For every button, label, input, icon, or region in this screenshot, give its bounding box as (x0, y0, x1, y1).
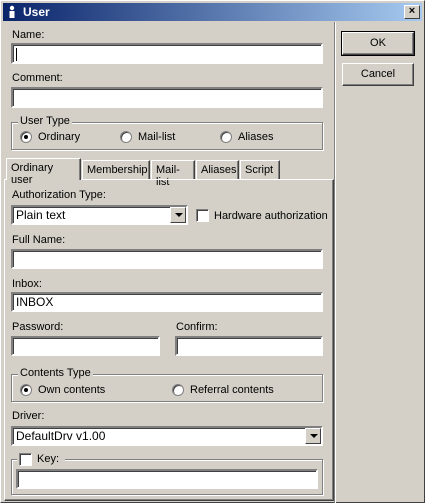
key-checkbox[interactable] (19, 453, 32, 466)
user-type-title: User Type (18, 115, 72, 127)
radio-own-contents-label: Own contents (38, 384, 106, 396)
hardware-auth-checkbox[interactable] (196, 209, 209, 222)
tab-ordinary-user[interactable]: Ordinary user (6, 158, 81, 186)
driver-select[interactable]: DefaultDrv v1.00 (11, 426, 323, 446)
password-label: Password: (12, 321, 64, 333)
inbox-label: Inbox: (12, 278, 42, 290)
radio-mail-list[interactable] (120, 131, 132, 143)
full-name-input[interactable] (11, 249, 323, 269)
contents-type-title: Contents Type (18, 367, 93, 379)
key-input[interactable] (16, 469, 318, 489)
user-dialog: User × Name: Comment: User Type Ordinary… (0, 0, 425, 503)
confirm-label: Confirm: (176, 321, 218, 333)
tab-membership[interactable]: Membership (82, 160, 150, 180)
radio-referral-contents[interactable] (172, 384, 184, 396)
radio-aliases[interactable] (220, 131, 232, 143)
app-icon (9, 5, 15, 18)
radio-ordinary-label: Ordinary (38, 131, 81, 143)
confirm-input[interactable] (175, 336, 323, 356)
name-input[interactable] (11, 43, 323, 64)
window-title: User (23, 5, 50, 19)
text-caret (16, 48, 17, 61)
title-bar[interactable]: User × (3, 3, 422, 21)
tab-mail-list[interactable]: Mail-list (151, 160, 195, 188)
name-label: Name: (12, 29, 45, 41)
auth-type-select[interactable]: Plain text (11, 205, 188, 225)
tab-aliases[interactable]: Aliases (196, 160, 239, 180)
radio-mail-list-label: Mail-list (138, 131, 176, 143)
full-name-label: Full Name: (12, 234, 66, 246)
close-icon: × (408, 5, 416, 17)
comment-label: Comment: (12, 72, 63, 84)
inbox-input[interactable]: INBOX (11, 292, 323, 312)
tab-script[interactable]: Script (240, 160, 280, 180)
password-input[interactable] (11, 336, 160, 356)
auth-type-dropdown-button[interactable] (170, 207, 186, 223)
auth-type-label: Authorization Type: (12, 189, 106, 201)
vertical-separator (334, 22, 336, 503)
key-label: Key: (37, 453, 60, 465)
ok-button[interactable]: OK (341, 31, 415, 56)
radio-aliases-label: Aliases (238, 131, 274, 143)
cancel-button[interactable]: Cancel (342, 63, 414, 86)
comment-input[interactable] (11, 87, 323, 108)
close-button[interactable]: × (404, 5, 420, 19)
chevron-down-icon (175, 213, 183, 217)
radio-own-contents[interactable] (20, 384, 32, 396)
hardware-auth-label: Hardware authorization (214, 210, 328, 222)
radio-ordinary[interactable] (20, 131, 32, 143)
driver-label: Driver: (12, 410, 45, 422)
radio-referral-contents-label: Referral contents (190, 384, 274, 396)
chevron-down-icon (310, 434, 318, 438)
driver-dropdown-button[interactable] (305, 428, 321, 444)
